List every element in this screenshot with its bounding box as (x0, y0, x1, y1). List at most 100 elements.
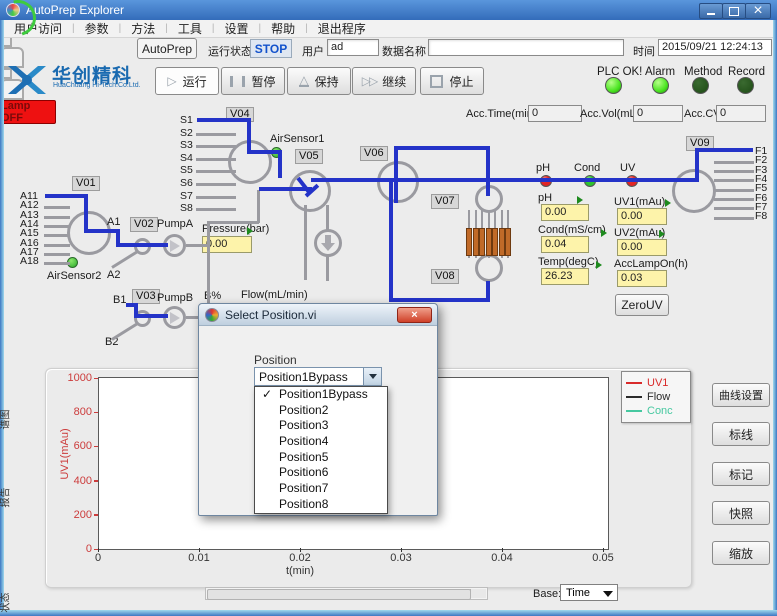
pipe-blue (278, 150, 282, 178)
legend-line-sample (626, 410, 642, 412)
dropdown-option-2[interactable]: Position2 (255, 403, 387, 419)
legend-entry-flow: Flow (626, 390, 686, 404)
readout-label-3: Temp(degC) (538, 256, 599, 268)
run-button-label: 运行 (183, 73, 207, 90)
dropdown-option-8[interactable]: Position8 (255, 497, 387, 513)
port-line-f (714, 179, 754, 182)
window-border-right (773, 20, 777, 616)
port-line-f (714, 170, 754, 173)
readout-value-2: 0.04 (541, 236, 589, 253)
minimize-button[interactable] (699, 3, 723, 19)
close-button[interactable]: × (745, 3, 771, 19)
position-combobox-value: Position1Bypass (259, 370, 348, 384)
resume-button-label: 继续 (382, 73, 406, 90)
dialog-close-button[interactable]: × (397, 307, 432, 323)
autoprep-window: AutoPrep Explorer × 用户访问|参数|方法|工具|设置|帮助|… (0, 0, 777, 616)
lamp-off-button[interactable]: Lamp OFF (0, 100, 56, 124)
y-tick-label: 200 (60, 509, 92, 521)
acc-label-1: Acc.Time(min) (466, 108, 536, 120)
side-button-1[interactable]: 曲线设置 (712, 383, 770, 407)
readout-label-uv1: UV1(mAu) (614, 196, 665, 208)
airsensor2-label: AirSensor2 (47, 270, 101, 282)
pipe-blue (394, 146, 489, 150)
left-tab-1[interactable]: 谱图 (0, 410, 12, 430)
maximize-button[interactable] (722, 3, 746, 19)
valve-label-v02: V02 (130, 217, 158, 232)
position-combobox[interactable]: Position1Bypass (254, 367, 382, 386)
pipe-blue (45, 194, 87, 198)
chart-scrollbar[interactable] (205, 587, 488, 600)
pause-button[interactable]: 暂停 (221, 67, 285, 95)
y-tick-mark (94, 412, 98, 414)
menu-item-3[interactable]: 方法 (121, 20, 165, 37)
left-tab-3[interactable]: 状态 (0, 593, 12, 613)
user-label: 用户 (302, 43, 324, 59)
dropdown-option-7[interactable]: Position7 (255, 481, 387, 497)
pipe-gray (207, 221, 259, 224)
dataname-input[interactable] (428, 39, 624, 56)
pump-a-label: PumpA (157, 218, 193, 230)
stop-button[interactable]: 停止 (420, 67, 484, 95)
dropdown-option-1[interactable]: ✓Position1Bypass (255, 387, 387, 403)
menu-item-6[interactable]: 帮助 (261, 20, 305, 37)
combobox-dropdown-button[interactable] (363, 368, 381, 385)
x-tick-mark (603, 548, 605, 552)
menu-item-4[interactable]: 工具 (168, 20, 212, 37)
valve-label-v01: V01 (72, 176, 100, 191)
legend-line-sample (626, 396, 642, 398)
dropdown-option-4[interactable]: Position4 (255, 434, 387, 450)
scrollbar-thumb[interactable] (207, 589, 471, 600)
valve-v06[interactable] (377, 161, 419, 203)
x-tick-mark (502, 548, 504, 552)
run-button[interactable]: ▷运行 (155, 67, 219, 95)
autoprep-button[interactable]: AutoPrep (137, 38, 197, 59)
legend-label: Conc (647, 405, 673, 417)
pause-button-label: 暂停 (251, 73, 275, 90)
pipe-blue (486, 146, 490, 196)
zero-uv-button[interactable]: ZeroUV (615, 294, 669, 316)
left-tab-2[interactable]: 报告 (0, 488, 12, 508)
line-sensor-label-ph: pH (536, 162, 550, 174)
port-line-a (44, 234, 70, 237)
dropdown-option-label: Position8 (279, 497, 328, 511)
y-tick-mark (94, 446, 98, 448)
y-tick-label: 1000 (60, 372, 92, 384)
menu-item-7[interactable]: 退出程序 (308, 20, 376, 37)
y-tick-label: 600 (60, 440, 92, 452)
x-tick-label: 0 (76, 552, 120, 564)
run-status-label: 运行状态 (208, 43, 252, 59)
valve-label-v07: V07 (431, 194, 459, 209)
hold-button[interactable]: △保持 (287, 67, 351, 95)
dropdown-option-3[interactable]: Position3 (255, 418, 387, 434)
b1-label: B1 (113, 294, 126, 306)
readout-value-uv1: 0.00 (617, 208, 667, 225)
pipe-b2 (111, 322, 138, 340)
menu-item-2[interactable]: 参数 (75, 20, 119, 37)
flow-label: Flow(mL/min) (241, 289, 308, 301)
port-label-a18: A18 (20, 255, 39, 267)
legend-entry-conc: Conc (626, 404, 686, 418)
resume-button[interactable]: ▷▷ 继续 (352, 67, 416, 95)
menu-item-5[interactable]: 设置 (215, 20, 259, 37)
valve-v09[interactable] (672, 169, 716, 213)
dropdown-option-6[interactable]: Position6 (255, 465, 387, 481)
hold-button-label: 保持 (315, 73, 339, 90)
side-button-5[interactable]: 缩放 (712, 541, 770, 565)
fast-forward-icon: ▷▷ (362, 75, 376, 87)
side-button-2[interactable]: 标线 (712, 422, 770, 446)
close-icon: × (753, 2, 762, 20)
valve-label-v08: V08 (431, 269, 459, 284)
scrollbar-arrow-button[interactable] (470, 589, 486, 598)
column-media-bar (479, 228, 485, 256)
menu-bar: 用户访问|参数|方法|工具|设置|帮助|退出程序 (4, 20, 773, 38)
base-combobox[interactable]: Time (560, 584, 618, 601)
side-button-3[interactable]: 标记 (712, 462, 770, 486)
port-label-f8: F8 (755, 210, 767, 222)
side-button-4[interactable]: 快照 (712, 501, 770, 525)
window-titlebar[interactable]: AutoPrep Explorer (0, 0, 777, 20)
valve-v01[interactable] (67, 211, 111, 255)
dropdown-option-5[interactable]: Position5 (255, 450, 387, 466)
update-arrow-icon (596, 261, 602, 269)
user-input[interactable]: ad (327, 39, 379, 56)
column-bottom-manifold (475, 254, 503, 282)
